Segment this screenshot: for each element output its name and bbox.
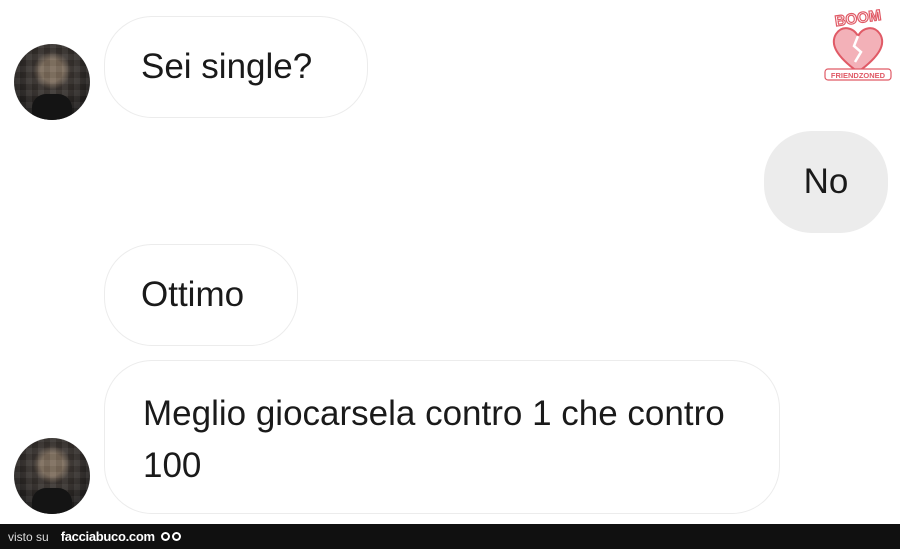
footer-site-link[interactable]: facciabuco.com	[61, 529, 155, 544]
outgoing-message-bubble[interactable]: No	[764, 131, 888, 233]
svg-text:FRIENDZONED: FRIENDZONED	[831, 71, 886, 80]
contact-avatar[interactable]	[14, 44, 90, 120]
eyes-icon	[160, 532, 181, 541]
footer-bar: visto su facciabuco.com	[0, 524, 900, 549]
boom-friendzoned-watermark-logo: BOOM FRIENDZONED	[824, 6, 892, 81]
message-text: Sei single?	[141, 47, 313, 86]
contact-avatar[interactable]	[14, 438, 90, 514]
footer-prefix: visto su	[8, 529, 49, 544]
incoming-message-bubble[interactable]: Meglio giocarsela contro 1 che contro 10…	[104, 360, 780, 514]
message-text: Meglio giocarsela contro 1 che contro 10…	[143, 394, 725, 485]
incoming-message-bubble[interactable]: Ottimo	[104, 244, 298, 346]
incoming-message-bubble[interactable]: Sei single?	[104, 16, 368, 118]
svg-text:BOOM: BOOM	[834, 7, 883, 30]
message-text: No	[803, 162, 849, 201]
message-text: Ottimo	[141, 275, 245, 314]
